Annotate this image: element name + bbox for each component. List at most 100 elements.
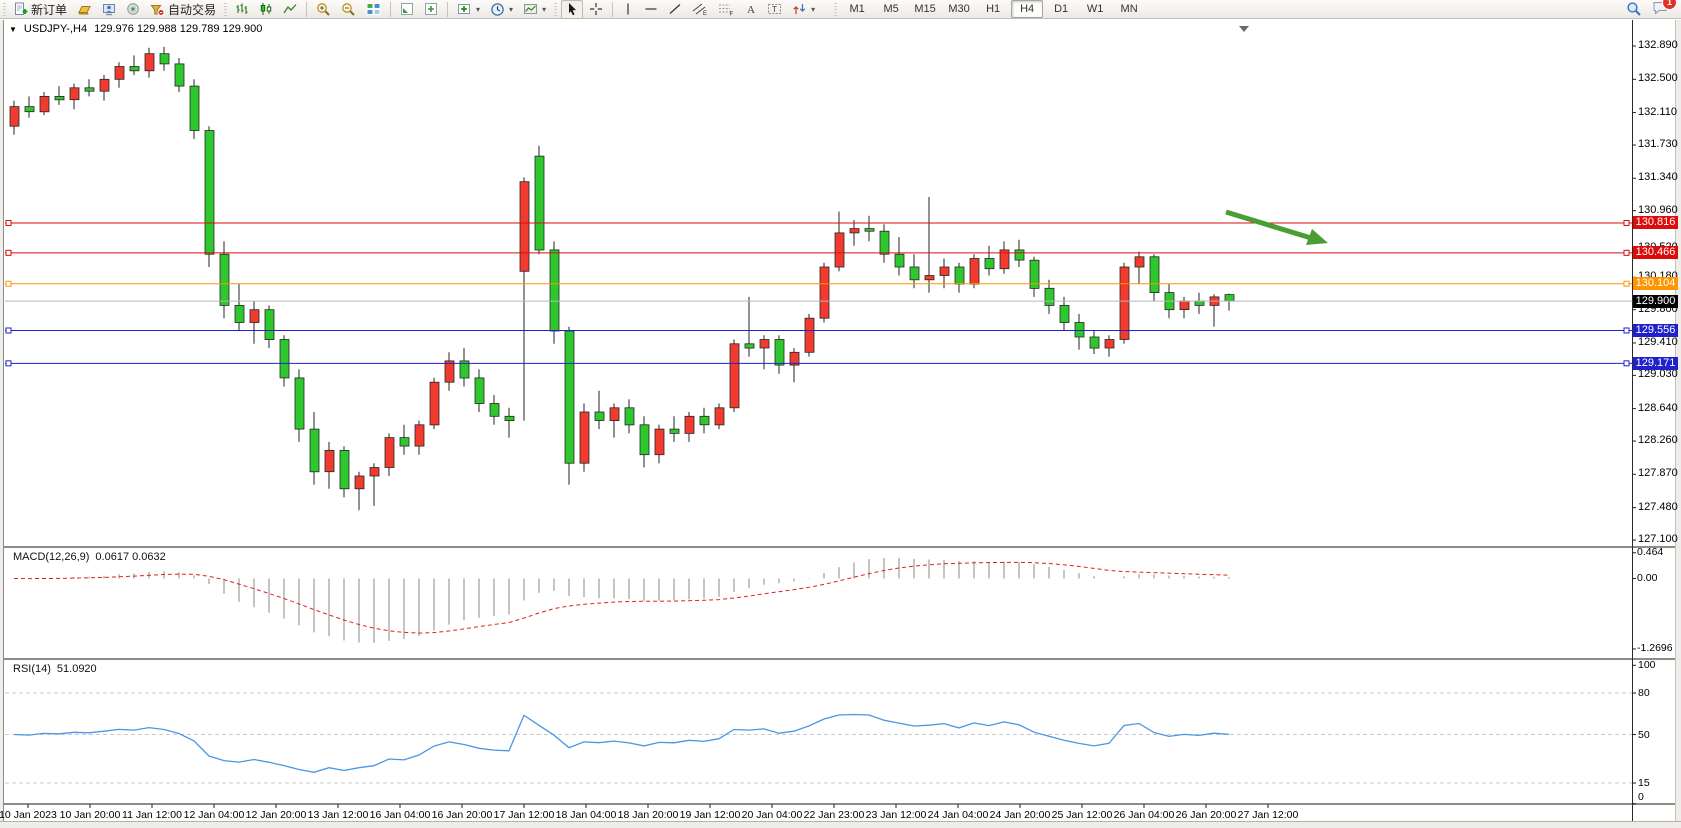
timeframe-m15[interactable]: M15 [909, 0, 941, 18]
new-order-button[interactable]: 新订单 [10, 0, 71, 19]
line-chart-icon [283, 2, 297, 16]
macd-panel-plot[interactable] [5, 548, 1632, 658]
broadcast-button[interactable] [122, 0, 144, 19]
timeframe-h1[interactable]: H1 [977, 0, 1009, 18]
trading-platform-window: 新订单 自动交易 [0, 0, 1681, 828]
gold-bar-icon [77, 2, 92, 16]
new-order-icon [14, 2, 28, 16]
text-tool-button[interactable]: A [740, 0, 761, 19]
cursor-icon [565, 2, 579, 16]
new-order-label: 新订单 [31, 1, 67, 18]
chevron-down-icon: ▾ [542, 5, 546, 14]
chevron-down-icon: ▾ [476, 5, 480, 14]
periods-button[interactable]: ▾ [486, 0, 517, 19]
toolbar-grip[interactable] [554, 3, 557, 16]
window-left-edge [0, 20, 4, 821]
toolbar-grip[interactable] [224, 3, 227, 16]
timeframe-toolbar: M1M5M15M30H1H4D1W1MN [840, 0, 1146, 18]
arrow-shapes-icon [792, 2, 807, 16]
support-icon [102, 2, 116, 16]
vertical-line-tool-button[interactable] [618, 0, 638, 19]
timeframe-h4[interactable]: H4 [1011, 0, 1043, 18]
notifications-button[interactable]: 1 [1652, 0, 1669, 18]
add-indicator-button[interactable]: ▾ [453, 0, 484, 19]
chart-collapse-icon[interactable]: ▼ [9, 25, 17, 34]
chart-title: ▼ USDJPY-,H4 129.976 129.988 129.789 129… [9, 23, 262, 35]
support-button[interactable] [98, 0, 120, 19]
chevron-down-icon: ▾ [811, 5, 815, 14]
timeframe-m5[interactable]: M5 [875, 0, 907, 18]
arrange-windows-plus-icon [424, 2, 438, 16]
auto-trading-label: 自动交易 [168, 1, 216, 18]
period-clock-icon [490, 2, 505, 17]
window-bottom-edge [0, 821, 1681, 828]
horizontal-line-icon [644, 2, 658, 16]
tile-windows-icon [366, 2, 381, 16]
crosshair-tool-button[interactable] [585, 0, 607, 19]
timeframe-m30[interactable]: M30 [943, 0, 975, 18]
broadcast-icon [126, 2, 140, 16]
autotrade-icon [150, 2, 165, 16]
arrange-windows-icon [400, 2, 414, 16]
zoom-out-button[interactable] [337, 0, 360, 19]
timeframe-m1[interactable]: M1 [841, 0, 873, 18]
template-button[interactable]: ▾ [519, 0, 550, 19]
tile-windows-button[interactable] [362, 0, 385, 19]
svg-text:A: A [747, 4, 755, 16]
macd-name: MACD(12,26,9) [13, 551, 89, 563]
candlestick-chart-icon [259, 2, 273, 16]
trendline-icon [668, 2, 682, 16]
timeframe-d1[interactable]: D1 [1045, 0, 1077, 18]
arrange-windows-plus-button[interactable] [420, 0, 442, 19]
macd-indicator-label: MACD(12,26,9) 0.0617 0.0632 [13, 551, 166, 563]
chevron-down-icon: ▾ [509, 5, 513, 14]
text-label-icon: T [767, 2, 782, 16]
rsi-value: 51.0920 [57, 663, 97, 675]
equidistant-channel-icon: E [692, 2, 708, 16]
line-chart-button[interactable] [279, 0, 301, 19]
auto-trading-button[interactable]: 自动交易 [146, 0, 220, 19]
time-axis[interactable] [5, 804, 1632, 821]
timeframe-mn[interactable]: MN [1113, 0, 1145, 18]
chart-symbol: USDJPY-,H4 [24, 23, 87, 35]
zoom-in-button[interactable] [312, 0, 335, 19]
macd-values: 0.0617 0.0632 [95, 551, 165, 563]
timeframe-w1[interactable]: W1 [1079, 0, 1111, 18]
autoscroll-marker[interactable] [1239, 26, 1249, 32]
add-indicator-icon [457, 2, 472, 16]
svg-text:T: T [772, 5, 777, 14]
svg-text:F: F [730, 12, 734, 17]
toolbar-grip[interactable] [834, 3, 837, 16]
template-icon [523, 2, 538, 16]
crosshair-icon [589, 2, 603, 16]
vertical-line-icon [622, 2, 634, 16]
rsi-panel-plot[interactable] [5, 660, 1632, 803]
price-axis[interactable] [1633, 20, 1675, 803]
main-toolbar: 新订单 自动交易 [0, 0, 1681, 19]
zoom-out-icon [341, 2, 356, 17]
search-icon[interactable] [1626, 1, 1642, 17]
cursor-tool-button[interactable] [561, 0, 583, 19]
window-right-edge [1675, 20, 1681, 821]
candlestick-chart-button[interactable] [255, 0, 277, 19]
rsi-name: RSI(14) [13, 663, 51, 675]
text-label-tool-button[interactable]: T [763, 0, 786, 19]
toolbar-grip[interactable] [3, 3, 6, 16]
main-chart-plot[interactable] [5, 20, 1632, 546]
gold-button[interactable] [73, 0, 96, 19]
horizontal-line-tool-button[interactable] [640, 0, 662, 19]
arrow-shapes-button[interactable]: ▾ [788, 0, 819, 19]
arrange-windows-button[interactable] [396, 0, 418, 19]
bar-chart-button[interactable] [231, 0, 253, 19]
fibonacci-icon: F [718, 2, 734, 16]
rsi-indicator-label: RSI(14) 51.0920 [13, 663, 97, 675]
svg-text:E: E [703, 11, 707, 16]
chart-ohlc: 129.976 129.988 129.789 129.900 [94, 23, 262, 35]
text-icon: A [744, 2, 757, 16]
bar-chart-icon [235, 2, 249, 16]
channel-tool-button[interactable]: E [688, 0, 712, 19]
notification-badge: 1 [1663, 0, 1676, 9]
trendline-tool-button[interactable] [664, 0, 686, 19]
zoom-in-icon [316, 2, 331, 17]
fibonacci-tool-button[interactable]: F [714, 0, 738, 19]
